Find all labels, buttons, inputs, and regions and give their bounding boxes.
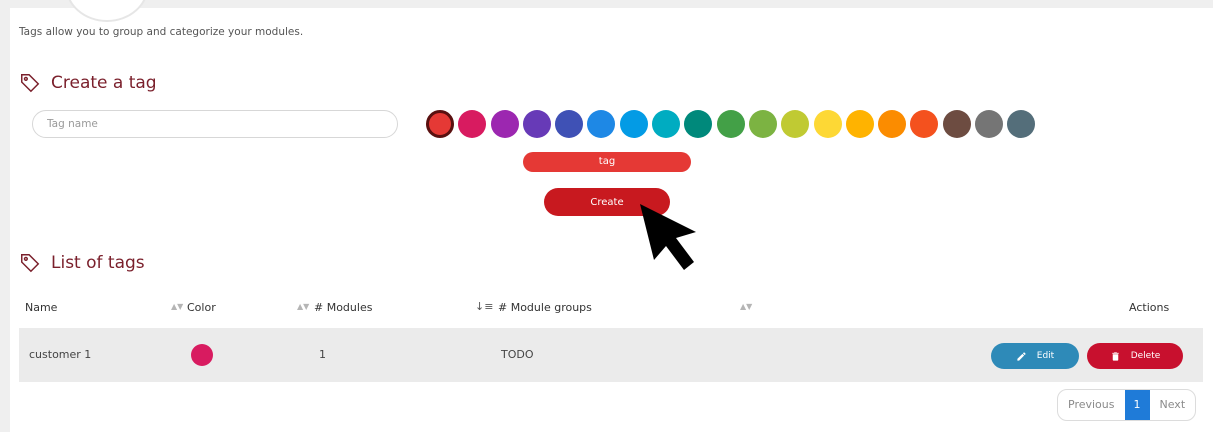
color-swatch[interactable] (426, 110, 454, 138)
tag-name-input[interactable] (32, 110, 398, 138)
edit-button[interactable]: Edit (991, 343, 1079, 369)
page-button-1[interactable]: 1 (1124, 390, 1150, 420)
table-row: customer 1 1 TODO Edit Delete (19, 328, 1203, 382)
tag-preview: tag (523, 152, 691, 172)
pencil-icon (1017, 351, 1026, 361)
color-swatch[interactable] (781, 110, 810, 138)
color-swatch[interactable] (878, 110, 907, 138)
table-header: Name ▲▼ Color ▲▼ # Modules ↓≡ # Module g… (19, 293, 1189, 323)
list-tags-heading: List of tags (19, 252, 145, 274)
color-swatch[interactable] (587, 110, 616, 138)
color-swatch[interactable] (458, 110, 487, 138)
color-swatch[interactable] (490, 110, 519, 138)
avatar-arc (65, 0, 149, 22)
modules-count-cell: 1 (319, 348, 326, 361)
column-modules[interactable]: # Modules (314, 301, 372, 314)
pagination: Previous 1 Next (1057, 389, 1197, 421)
color-swatch[interactable] (813, 110, 842, 138)
column-name[interactable]: Name (25, 301, 57, 314)
column-module-groups[interactable]: # Module groups (498, 301, 592, 314)
sort-icon[interactable]: ▲▼ (297, 302, 309, 311)
color-swatch[interactable] (619, 110, 648, 138)
tag-icon (21, 254, 40, 273)
trash-icon (1111, 351, 1119, 361)
color-swatch[interactable] (748, 110, 777, 138)
delete-button[interactable]: Delete (1087, 343, 1183, 369)
color-swatch[interactable] (684, 110, 713, 138)
sort-desc-icon[interactable]: ↓≡ (475, 300, 493, 313)
column-actions: Actions (1129, 301, 1170, 314)
tag-name-cell: customer 1 (29, 348, 92, 361)
column-color[interactable]: Color (187, 301, 216, 314)
tag-color-dot (191, 344, 213, 366)
sort-icon[interactable]: ▲▼ (740, 302, 752, 311)
list-tags-title: List of tags (51, 253, 145, 273)
color-swatch[interactable] (555, 110, 584, 138)
color-swatch[interactable] (652, 110, 681, 138)
color-swatch[interactable] (975, 110, 1004, 138)
color-swatch[interactable] (716, 110, 745, 138)
module-groups-cell: TODO (501, 348, 534, 361)
color-swatch[interactable] (910, 110, 939, 138)
mouse-cursor-icon (640, 204, 696, 270)
sort-icon[interactable]: ▲▼ (171, 302, 183, 311)
tag-icon (21, 74, 40, 93)
color-palette (426, 110, 1036, 138)
delete-label: Delete (1130, 351, 1161, 361)
previous-page-button[interactable]: Previous (1058, 390, 1124, 420)
color-swatch[interactable] (522, 110, 551, 138)
create-tag-title: Create a tag (51, 73, 157, 93)
tags-panel: Tags allow you to group and categorize y… (10, 0, 1213, 432)
edit-label: Edit (1036, 351, 1055, 361)
next-page-button[interactable]: Next (1150, 390, 1196, 420)
color-swatch[interactable] (942, 110, 971, 138)
color-swatch[interactable] (1007, 110, 1036, 138)
color-swatch[interactable] (845, 110, 874, 138)
create-tag-heading: Create a tag (19, 72, 157, 94)
page-description: Tags allow you to group and categorize y… (19, 26, 304, 38)
